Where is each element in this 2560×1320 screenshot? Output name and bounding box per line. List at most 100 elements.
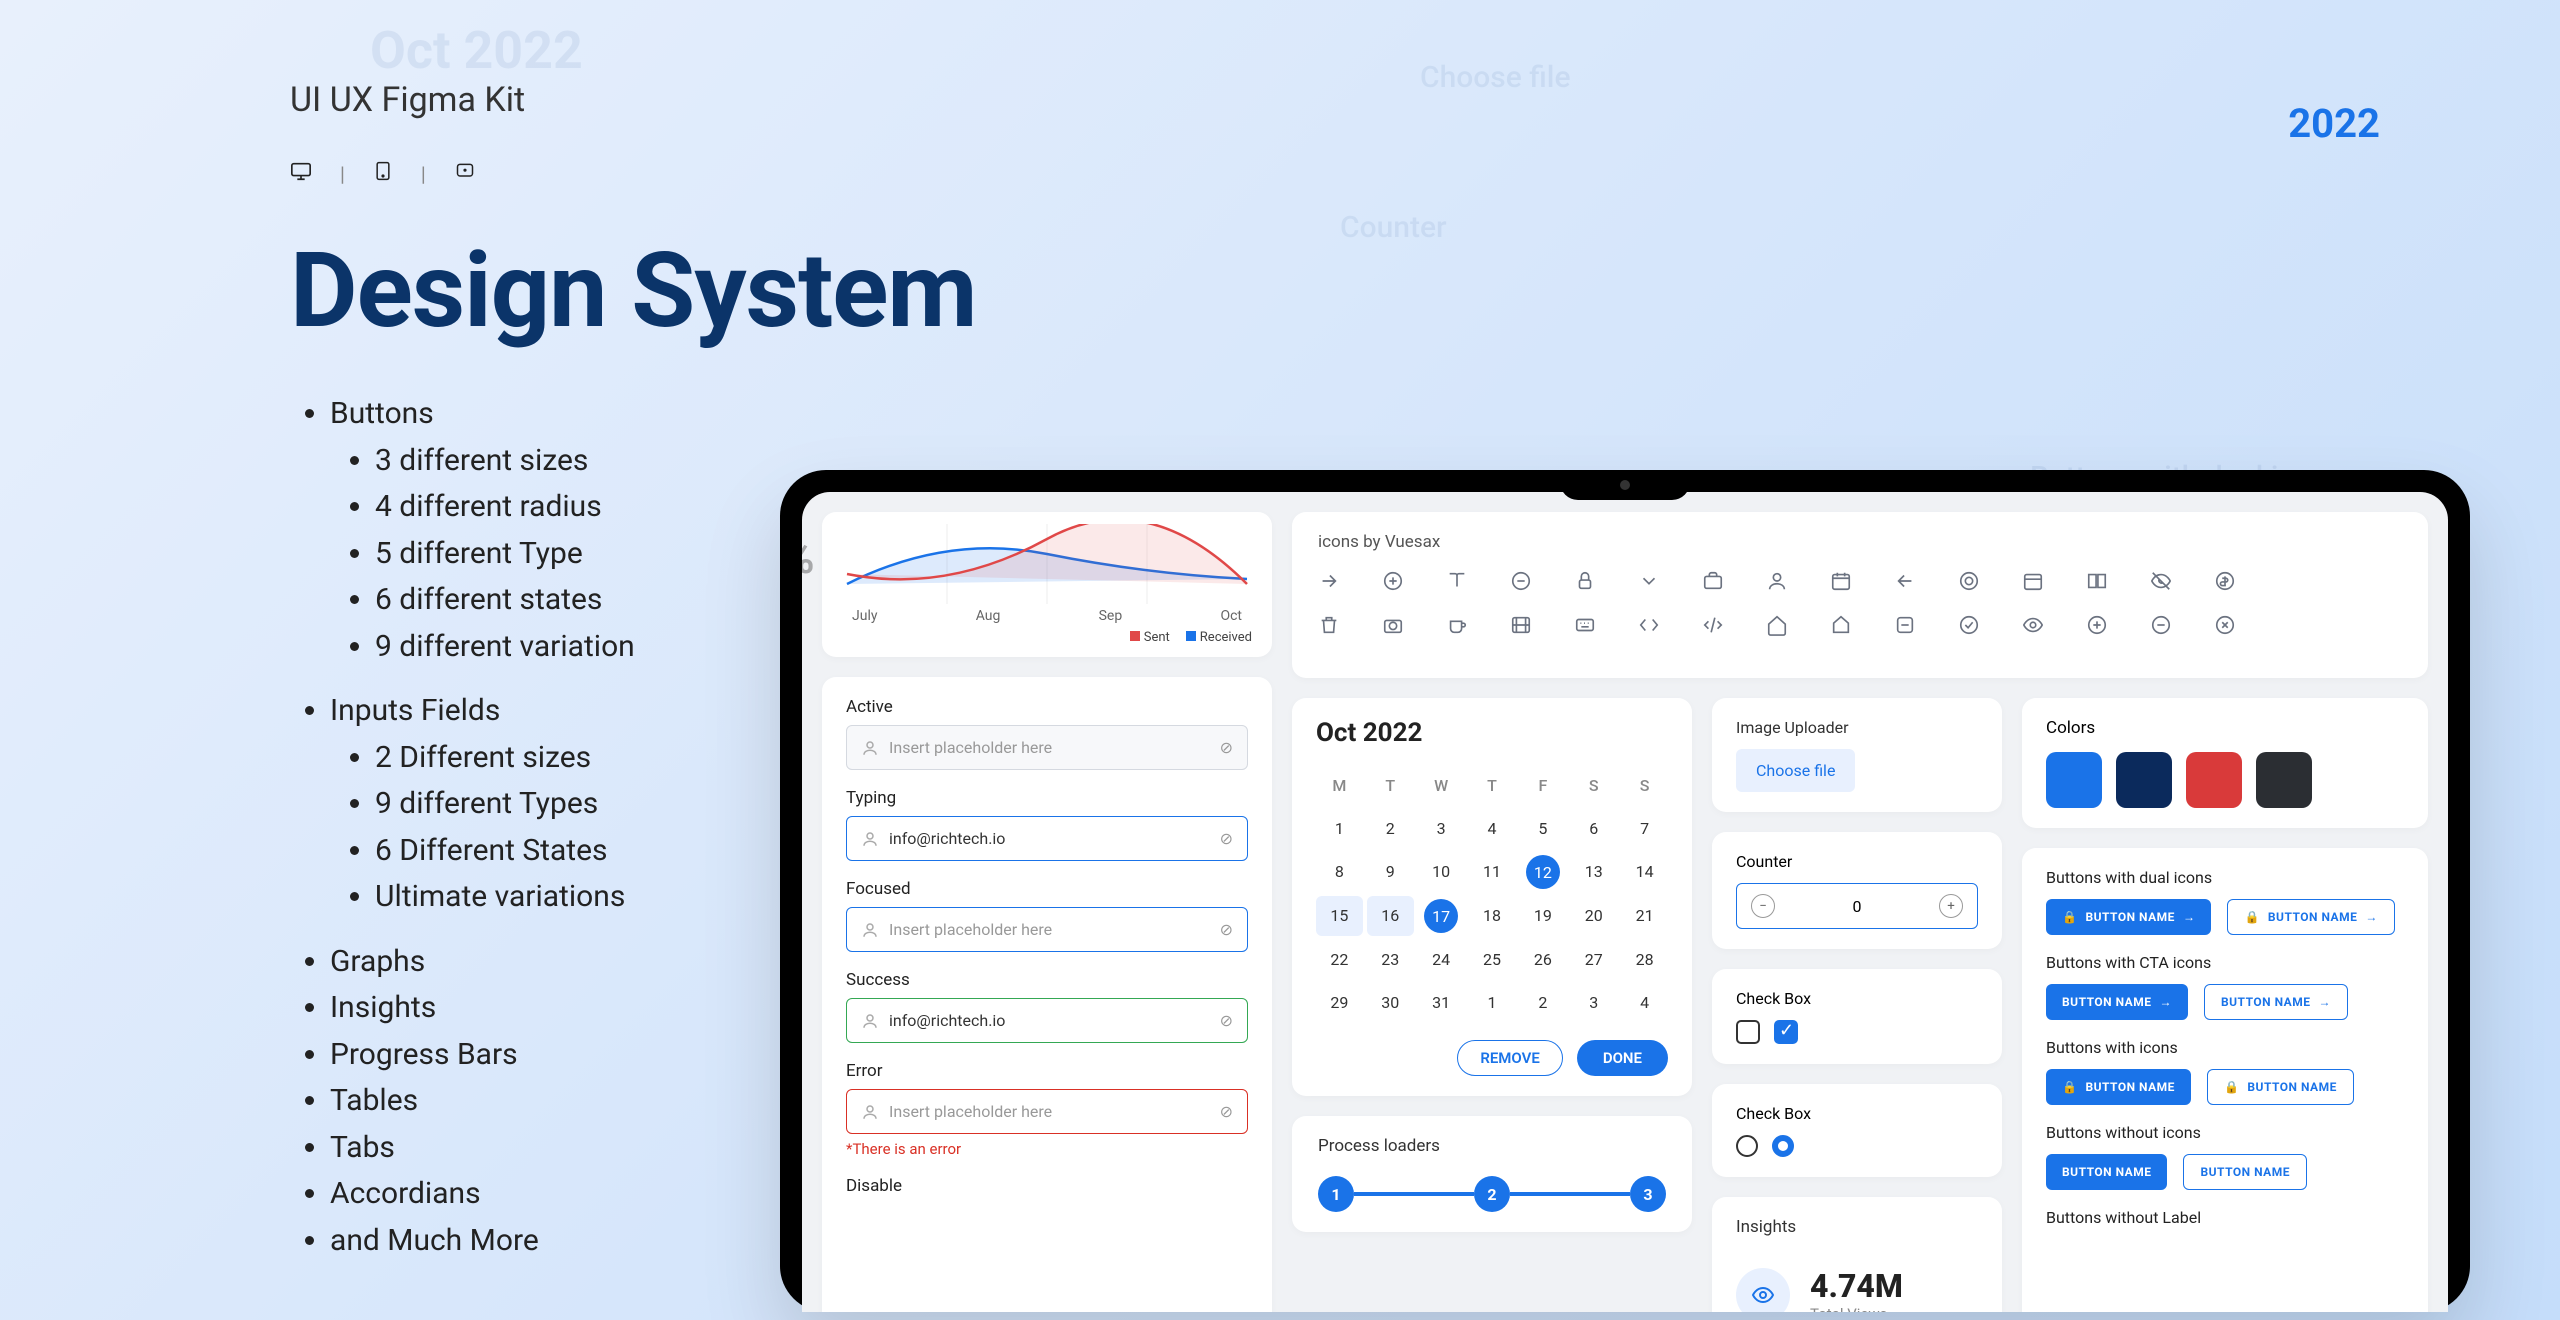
counter-plus-button[interactable]: + [1939,894,1963,918]
eye-off-icon[interactable]: ⊘ [1220,738,1233,757]
user-icon [1766,570,1788,592]
calendar-day[interactable]: 4 [1469,809,1516,848]
error-input[interactable]: Insert placeholder here ⊘ [846,1089,1248,1134]
loader-step: 1 [1318,1176,1354,1212]
insights-card: Insights 4.74M Total Views [1712,1197,2002,1312]
calendar-day[interactable]: 24 [1418,940,1465,979]
icons-card: icons by Vuesax [1292,512,2428,678]
coffee-icon [1446,614,1468,636]
dollar-icon [2214,570,2236,592]
calendar-day[interactable]: 22 [1316,940,1363,979]
lock-icon [1574,570,1596,592]
eye-icon [2022,614,2044,636]
camera-icon [1382,614,1404,636]
radio-checked[interactable] [1772,1135,1794,1157]
eye-off-icon[interactable]: ⊘ [1220,1102,1233,1121]
process-loader-card: Process loaders 123 [1292,1116,1692,1232]
calendar-day[interactable]: 15 [1316,896,1363,936]
color-swatch[interactable] [2116,752,2172,808]
page-title: Design System [290,237,1010,346]
calendar-day[interactable]: 25 [1469,940,1516,979]
reader-icon [2086,570,2108,592]
eye-icon [1736,1268,1790,1312]
cta-button-outline[interactable]: BUTTON NAME → [2204,984,2348,1020]
tablet-icon [373,160,393,187]
counter-minus-button[interactable]: − [1751,894,1775,918]
home-icon [1766,614,1788,636]
plain-button[interactable]: BUTTON NAME [2046,1154,2167,1190]
radio-card: Check Box [1712,1084,2002,1177]
calendar-day[interactable]: 7 [1621,809,1668,848]
eye-off-icon [2150,570,2172,592]
buttons-showcase-card: Buttons with dual icons 🔒 BUTTON NAME → … [2022,848,2428,1312]
calendar-day[interactable]: 28 [1621,940,1668,979]
typing-label: Typing [846,788,1248,808]
calendar-day[interactable]: 17 [1418,896,1465,936]
colors-card: Colors [2022,698,2428,828]
color-swatch[interactable] [2186,752,2242,808]
calendar-day[interactable]: 18 [1469,896,1516,936]
eye-off-icon[interactable]: ⊘ [1220,1011,1233,1030]
error-message: *There is an error [846,1140,1248,1158]
choose-file-button[interactable]: Choose file [1736,749,1855,792]
remove-button[interactable]: REMOVE [1457,1040,1563,1076]
typing-input[interactable]: info@richtech.io ⊘ [846,816,1248,861]
focused-label: Focused [846,879,1248,899]
calendar-day[interactable]: 11 [1469,852,1516,892]
icon-button[interactable]: 🔒 BUTTON NAME [2046,1069,2191,1105]
plain-button-outline[interactable]: BUTTON NAME [2183,1154,2306,1190]
line-chart [842,524,1252,604]
color-swatch[interactable] [2256,752,2312,808]
film-icon [1510,614,1532,636]
calendar-day[interactable]: 3 [1570,983,1617,1022]
calendar-day[interactable]: 21 [1621,896,1668,936]
calendar-day[interactable]: 2 [1519,983,1566,1022]
date-icon [2022,570,2044,592]
checkbox-card: Check Box [1712,969,2002,1064]
calendar-day[interactable]: 1 [1469,983,1516,1022]
checkbox-checked[interactable] [1774,1020,1798,1044]
calendar-day[interactable]: 20 [1570,896,1617,936]
calendar-day[interactable]: 13 [1570,852,1617,892]
code-icon [1638,614,1660,636]
calendar-day[interactable]: 27 [1570,940,1617,979]
calendar-day[interactable]: 23 [1367,940,1414,979]
dual-icon-button[interactable]: 🔒 BUTTON NAME → [2046,899,2211,935]
chart-card: % JulyAugSepOct Sent Received [822,512,1272,657]
eye-off-icon[interactable]: ⊘ [1220,920,1233,939]
color-swatch[interactable] [2046,752,2102,808]
calendar-day[interactable]: 19 [1519,896,1566,936]
check-circle-icon [1958,614,1980,636]
calendar-day[interactable]: 5 [1519,809,1566,848]
calendar-day[interactable]: 4 [1621,983,1668,1022]
radio-unchecked[interactable] [1736,1135,1758,1157]
calendar-card: Oct 2022 MTWTFSS123456789101112131415161… [1292,698,1692,1096]
calendar-day[interactable]: 10 [1418,852,1465,892]
calendar-day[interactable]: 6 [1570,809,1617,848]
disable-label: Disable [846,1176,1248,1196]
cta-button[interactable]: BUTTON NAME → [2046,984,2188,1020]
calendar-day[interactable]: 1 [1316,809,1363,848]
calendar-day[interactable]: 12 [1519,852,1566,892]
calendar-day[interactable]: 9 [1367,852,1414,892]
counter-card: Counter − 0 + [1712,832,2002,949]
success-input[interactable]: info@richtech.io ⊘ [846,998,1248,1043]
calendar-day[interactable]: 16 [1367,896,1414,936]
target-icon [1958,570,1980,592]
calendar-day[interactable]: 2 [1367,809,1414,848]
focused-input[interactable]: Insert placeholder here ⊘ [846,907,1248,952]
calendar-day[interactable]: 14 [1621,852,1668,892]
calendar-day[interactable]: 26 [1519,940,1566,979]
done-button[interactable]: DONE [1577,1040,1668,1076]
calendar-day[interactable]: 3 [1418,809,1465,848]
calendar-day[interactable]: 30 [1367,983,1414,1022]
add-circle-icon [2086,614,2108,636]
active-input[interactable]: Insert placeholder here ⊘ [846,725,1248,770]
calendar-day[interactable]: 29 [1316,983,1363,1022]
eye-off-icon[interactable]: ⊘ [1220,829,1233,848]
calendar-day[interactable]: 8 [1316,852,1363,892]
checkbox-unchecked[interactable] [1736,1020,1760,1044]
calendar-day[interactable]: 31 [1418,983,1465,1022]
dual-icon-button-outline[interactable]: 🔒 BUTTON NAME → [2227,899,2394,935]
icon-button-outline[interactable]: 🔒 BUTTON NAME [2207,1069,2354,1105]
